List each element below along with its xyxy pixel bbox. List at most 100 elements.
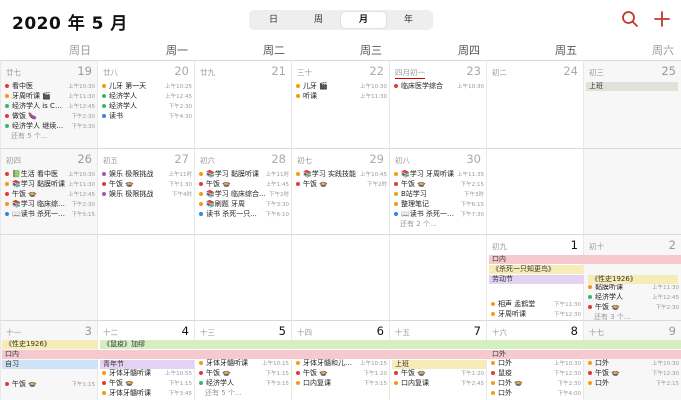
event-item[interactable]: 临床医学综合 上午10:30 [392, 81, 484, 91]
event-item[interactable]: 📚学习 黏膜听课 上午11时 [197, 169, 289, 179]
event-item[interactable]: 午饭 🍲 下午1:20 [392, 368, 484, 378]
day-cell[interactable]: 初七 29 📚学习 实践技能 上午10:45 午饭 🍲 下午2时 [291, 148, 389, 234]
event-item[interactable]: 午饭 🍲 下午1:20 [294, 368, 387, 378]
event-item[interactable]: 📚学习 临床综合... 下午2:30 [3, 199, 95, 209]
day-cell[interactable] [291, 234, 389, 320]
day-cell[interactable]: 初四 26 📗生活 看中医 上午10:30 📚学习 黏膜听课 上午11:30 午饭 🍲 上午1… [0, 148, 97, 234]
event-item[interactable]: 娱乐 极限挑战 下午4时 [100, 189, 192, 199]
day-cell[interactable]: 初三 25 [583, 60, 681, 148]
view-day-button[interactable]: 日 [251, 12, 296, 28]
event-item[interactable]: 看中医 上午10:30 [3, 81, 95, 91]
allday-event[interactable]: 劳动节 [489, 275, 584, 284]
event-item[interactable]: 📚学习 实践技能 上午10:45 [294, 169, 387, 179]
day-cell[interactable]: 三十 22 儿牙 🎬 上午10:30 听课 上午11:30 [291, 60, 389, 148]
event-item[interactable]: 午饭 🍲 下午2时 [294, 179, 387, 189]
day-cell[interactable]: 廿七 19 看中医 上午10:30 牙周听课 🎬 上午11:30经济学人 is Chin.… [0, 60, 97, 148]
event-item[interactable]: 口外 下午2:15 [586, 378, 679, 388]
day-cell[interactable]: 十六 8 口外 上午10:30 鼠疫 下午12:30 口外 🍲 下午2:30 口外 下午4:00 [486, 320, 583, 400]
event-item[interactable]: 口外 上午10:30 [586, 358, 679, 368]
event-item[interactable]: 📗生活 看中医 上午10:30 [3, 169, 95, 179]
day-cell[interactable]: 四月初一 23 临床医学综合 上午10:30 [389, 60, 486, 148]
event-item[interactable]: 📚学习 黏膜听课 上午11:30 [3, 179, 95, 189]
event-item[interactable]: 牙体牙髓听课 上午10:15 [197, 358, 289, 368]
event-item[interactable]: 读书 杀死一只... 下午6:10 [197, 209, 289, 219]
event-item[interactable]: 午饭 🍲 下午1:15 [3, 379, 95, 389]
allday-event[interactable]: 口外 [489, 350, 681, 359]
day-cell[interactable]: 廿九 21 [194, 60, 291, 148]
add-event-icon[interactable] [653, 10, 671, 28]
day-cell[interactable] [583, 148, 681, 234]
day-cell[interactable] [0, 234, 97, 320]
event-item[interactable]: 口内复课 下午2:45 [392, 378, 484, 388]
day-cell[interactable]: 廿八 20 儿牙 第一天 上午10:25 经济学人 上午12:45 经济学人 下午2:30 读书… [97, 60, 194, 148]
event-item[interactable]: 午饭 🍲 下午1:15 [197, 368, 289, 378]
event-item[interactable]: 经济学人 上午12:45 [100, 91, 192, 101]
allday-event[interactable]: 自习 [2, 360, 98, 369]
allday-event[interactable]: 《性史1926》 [588, 275, 678, 284]
allday-event[interactable]: 《杀死一只知更鸟》 [489, 265, 584, 274]
event-item[interactable]: 经济学人 上午12:45 [586, 292, 679, 302]
event-item[interactable]: 经济学人 下午3:15 [197, 378, 289, 388]
event-item[interactable]: 口外 🍲 下午2:30 [489, 378, 581, 388]
more-events-link[interactable]: 还有 5 个... [197, 388, 289, 398]
event-item[interactable]: 牙体牙髓和儿牙... 上午10:15 [294, 358, 387, 368]
event-item[interactable]: 📖读书 杀死一只... 下午7:30 [392, 209, 484, 219]
more-events-link[interactable]: 还有 3 个... [586, 312, 679, 320]
event-item[interactable]: 经济学人 继续上午 下午3:30 [3, 121, 95, 131]
event-item[interactable]: 牙周听课 🎬 上午11:30 [3, 91, 95, 101]
event-item[interactable]: 午饭 🍲 下午1:30 [100, 179, 192, 189]
event-item[interactable]: 儿牙 🎬 上午10:30 [294, 81, 387, 91]
day-cell[interactable] [389, 234, 486, 320]
more-events-link[interactable]: 还有 2 个... [392, 219, 484, 229]
event-item[interactable]: 做饭 🍆 下午2:30 [3, 111, 95, 121]
day-cell[interactable]: 十七 9 口外 上午10:30 午饭 🍲 下午12:30 口外 下午2:15 [583, 320, 681, 400]
event-item[interactable]: 口外 下午4:00 [489, 388, 581, 398]
event-item[interactable]: 午饭 🍲 上午12:45 [3, 189, 95, 199]
event-item[interactable]: 牙体牙髓听课 上午10:55 [100, 368, 192, 378]
allday-event[interactable]: 上班 [586, 82, 678, 91]
event-item[interactable]: 午饭 🍲 下午2:15 [392, 179, 484, 189]
event-item[interactable]: 📚刷题 牙周 下午3:30 [197, 199, 289, 209]
event-item[interactable]: 牙体牙髓听课 下午3:45 [100, 388, 192, 398]
event-item[interactable]: 口内复课 下午3:15 [294, 378, 387, 388]
allday-event[interactable]: 口内 [489, 255, 681, 264]
day-cell[interactable]: 初五 27 娱乐 极限挑战 上午11时 午饭 🍲 下午1:30 娱乐 极限挑战 下午4时 [97, 148, 194, 234]
day-cell[interactable]: 初六 28 📚学习 黏膜听课 上午11时 午饭 🍲 上午1:45 📚学习 临床综合... 下午… [194, 148, 291, 234]
event-item[interactable]: 口外 上午10:30 [489, 358, 581, 368]
event-item[interactable]: B站学习 下午3时 [392, 189, 484, 199]
search-icon[interactable] [621, 10, 639, 28]
event-item[interactable]: 整理笔记 下午6:15 [392, 199, 484, 209]
view-week-button[interactable]: 周 [296, 12, 341, 28]
event-item[interactable]: 娱乐 极限挑战 上午11时 [100, 169, 192, 179]
event-item[interactable]: 相声 孟鹤堂 下午11:30 [489, 299, 581, 309]
event-item[interactable]: 午饭 🍲 下午12:30 [586, 368, 679, 378]
event-item[interactable]: 午饭 🍲 下午1:15 [100, 378, 192, 388]
event-item[interactable]: 儿牙 第一天 上午10:25 [100, 81, 192, 91]
day-cell[interactable] [97, 234, 194, 320]
event-item[interactable]: 读书 下午4:30 [100, 111, 192, 121]
event-item[interactable]: 午饭 🍲 下午2:30 [586, 302, 679, 312]
more-events-link[interactable]: 还有 5 个... [489, 319, 581, 320]
day-cell[interactable]: 十四 6 牙体牙髓和儿牙... 上午10:15 午饭 🍲 下午1:20 口内复课 下午3:15 [291, 320, 389, 400]
allday-event[interactable]: 青年节 [100, 360, 194, 369]
event-item[interactable]: 经济学人 下午2:30 [100, 101, 192, 111]
day-cell[interactable] [486, 148, 583, 234]
day-cell[interactable]: 十三 5 牙体牙髓听课 上午10:15 午饭 🍲 下午1:15 经济学人 下午3:15 还有 5… [194, 320, 291, 400]
view-year-button[interactable]: 年 [386, 12, 431, 28]
event-item[interactable]: 📚学习 临床综合... 下午2时 [197, 189, 289, 199]
allday-event[interactable]: 《性史1926》 [2, 340, 98, 349]
event-item[interactable]: 📚学习 牙周听课 上午11:35 [392, 169, 484, 179]
event-item[interactable]: 鼠疫 下午12:30 [489, 368, 581, 378]
day-cell[interactable]: 初八 30 📚学习 牙周听课 上午11:35 午饭 🍲 下午2:15 B站学习 下午3时 整理笔… [389, 148, 486, 234]
event-item[interactable]: 听课 上午11:30 [294, 91, 387, 101]
more-events-link[interactable]: 还有 5 个... [3, 131, 95, 141]
event-item[interactable]: 经济学人 is Chin...上午12:45 [3, 101, 95, 111]
event-item[interactable]: 午饭 🍲 上午1:45 [197, 179, 289, 189]
event-item[interactable]: 牙周听课 下午12:30 [489, 309, 581, 319]
day-cell[interactable]: 初二 24 [486, 60, 583, 148]
allday-event[interactable]: 上班 [392, 360, 486, 369]
view-month-button[interactable]: 月 [341, 12, 386, 28]
event-item[interactable]: 📖读书 杀死一只... 下午5:15 [3, 209, 95, 219]
day-cell[interactable] [194, 234, 291, 320]
allday-event[interactable]: 《鼠疫》加缪 [100, 340, 681, 349]
